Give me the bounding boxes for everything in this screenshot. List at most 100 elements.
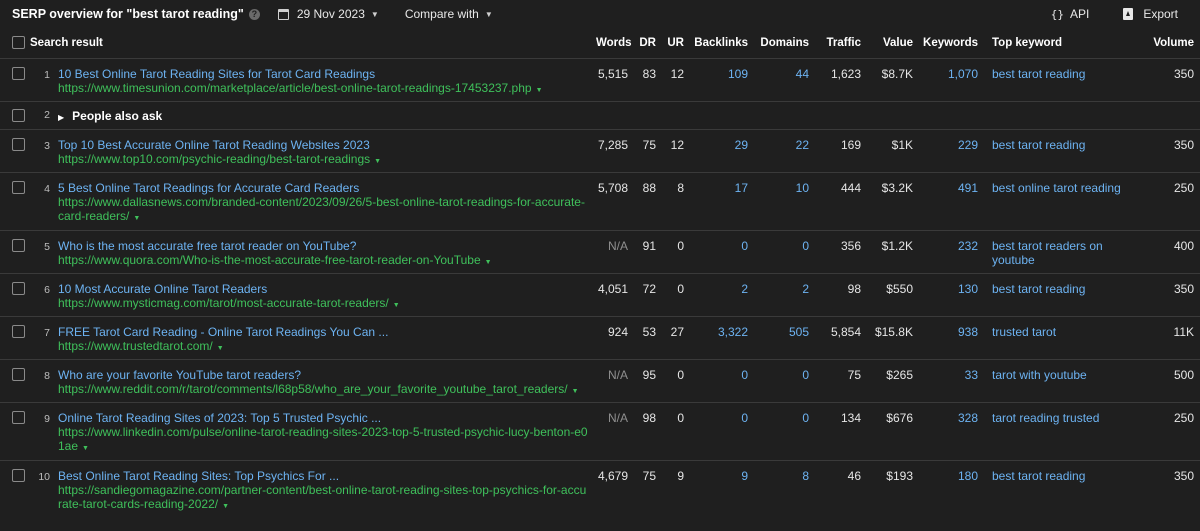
row-checkbox[interactable] (12, 238, 25, 252)
result-url-link[interactable]: https://www.timesunion.com/marketplace/a… (58, 81, 532, 95)
backlinks-link[interactable]: 109 (728, 67, 748, 81)
result-url-link[interactable]: https://www.mysticmag.com/tarot/most-acc… (58, 296, 389, 310)
chevron-down-icon: ▼ (484, 9, 493, 19)
keywords-link[interactable]: 33 (965, 368, 978, 382)
chevron-down-icon[interactable]: ▼ (374, 158, 381, 165)
col-volume[interactable]: Volume (1153, 37, 1194, 49)
result-url-link[interactable]: https://www.quora.com/Who-is-the-most-ac… (58, 253, 481, 267)
result-url-link[interactable]: https://www.top10.com/psychic-reading/be… (58, 152, 370, 166)
result-title-link[interactable]: Who is the most accurate free tarot read… (58, 239, 590, 253)
top-keyword-link[interactable]: tarot with youtube (992, 368, 1087, 382)
keywords-link[interactable]: 328 (958, 411, 978, 425)
api-button[interactable]: {} API (1051, 7, 1090, 21)
result-url-link[interactable]: https://www.reddit.com/r/tarot/comments/… (58, 382, 568, 396)
backlinks-link[interactable]: 9 (741, 469, 748, 483)
table-row: 1 10 Best Online Tarot Reading Sites for … (0, 57, 1200, 101)
row-checkbox[interactable] (12, 324, 25, 338)
row-checkbox[interactable] (12, 180, 25, 194)
result-url-link[interactable]: https://sandiegomagazine.com/partner-con… (58, 483, 586, 511)
domains-link[interactable]: 0 (802, 368, 809, 382)
export-button[interactable]: Export (1123, 7, 1178, 21)
row-checkbox[interactable] (12, 137, 25, 151)
domains-link[interactable]: 505 (789, 325, 809, 339)
top-keyword-link[interactable]: best online tarot reading (992, 181, 1121, 195)
domains-link[interactable]: 0 (802, 411, 809, 425)
backlinks-link[interactable]: 29 (735, 138, 748, 152)
top-keyword-link[interactable]: best tarot reading (992, 67, 1085, 81)
row-number: 6 (44, 283, 50, 296)
keywords-link[interactable]: 229 (958, 138, 978, 152)
traffic-value: 98 (847, 281, 861, 296)
chevron-down-icon[interactable]: ▼ (222, 503, 229, 510)
chevron-down-icon[interactable]: ▼ (82, 445, 89, 452)
date-picker[interactable]: 29 Nov 2023 ▼ (277, 7, 379, 21)
result-title-link[interactable]: Best Online Tarot Reading Sites: Top Psy… (58, 469, 590, 483)
domains-link[interactable]: 8 (802, 469, 809, 483)
col-ur[interactable]: UR (667, 37, 684, 49)
chevron-down-icon[interactable]: ▼ (572, 388, 579, 395)
backlinks-link[interactable]: 3,322 (718, 325, 748, 339)
backlinks-link[interactable]: 0 (741, 368, 748, 382)
keywords-link[interactable]: 232 (958, 239, 978, 253)
help-icon[interactable]: ? (248, 8, 260, 20)
backlinks-link[interactable]: 0 (741, 411, 748, 425)
backlinks-link[interactable]: 17 (735, 181, 748, 195)
chevron-down-icon[interactable]: ▼ (217, 345, 224, 352)
compare-label: Compare with (404, 7, 479, 21)
top-keyword-link[interactable]: best tarot readers on youtube (992, 239, 1103, 267)
volume-value: 350 (1173, 137, 1194, 152)
row-checkbox[interactable] (12, 410, 25, 424)
col-words[interactable]: Words (596, 37, 632, 49)
row-checkbox[interactable] (12, 367, 25, 381)
top-keyword-link[interactable]: best tarot reading (992, 282, 1085, 296)
top-keyword-link[interactable]: best tarot reading (992, 469, 1085, 483)
select-all-checkbox[interactable] (12, 35, 25, 49)
col-traffic[interactable]: Traffic (826, 37, 861, 49)
top-keyword-link[interactable]: best tarot reading (992, 138, 1085, 152)
result-title-link[interactable]: FREE Tarot Card Reading - Online Tarot R… (58, 325, 590, 339)
backlinks-link[interactable]: 0 (741, 239, 748, 253)
keywords-link[interactable]: 491 (958, 181, 978, 195)
row-checkbox[interactable] (12, 66, 25, 80)
chevron-down-icon[interactable]: ▼ (536, 87, 543, 94)
row-checkbox[interactable] (12, 281, 25, 295)
keywords-link[interactable]: 180 (958, 469, 978, 483)
top-keyword-link[interactable]: tarot reading trusted (992, 411, 1099, 425)
domains-link[interactable]: 22 (796, 138, 809, 152)
chevron-down-icon[interactable]: ▼ (485, 259, 492, 266)
result-url-link[interactable]: https://www.trustedtarot.com/ (58, 339, 213, 353)
backlinks-link[interactable]: 2 (741, 282, 748, 296)
keywords-link[interactable]: 938 (958, 325, 978, 339)
col-value[interactable]: Value (883, 37, 913, 49)
row-checkbox[interactable] (12, 468, 25, 482)
chevron-down-icon[interactable]: ▼ (393, 302, 400, 309)
col-dr[interactable]: DR (639, 37, 656, 49)
result-title-link[interactable]: Online Tarot Reading Sites of 2023: Top … (58, 411, 590, 425)
compare-with-dropdown[interactable]: Compare with ▼ (405, 7, 493, 21)
result-title-link[interactable]: Who are your favorite YouTube tarot read… (58, 368, 590, 382)
keywords-link[interactable]: 1,070 (948, 67, 978, 81)
people-also-ask[interactable]: People also ask (72, 109, 162, 123)
col-domains[interactable]: Domains (760, 37, 809, 49)
domains-link[interactable]: 0 (802, 239, 809, 253)
col-top-keyword[interactable]: Top keyword (992, 37, 1062, 49)
row-checkbox[interactable] (12, 108, 25, 122)
top-keyword-link[interactable]: trusted tarot (992, 325, 1056, 339)
result-title-link[interactable]: Top 10 Best Accurate Online Tarot Readin… (58, 138, 590, 152)
result-title-link[interactable]: 5 Best Online Tarot Readings for Accurat… (58, 181, 590, 195)
row-number: 2 (44, 108, 50, 121)
chevron-down-icon[interactable]: ▼ (133, 215, 140, 222)
result-title-link[interactable]: 10 Best Online Tarot Reading Sites for T… (58, 67, 590, 81)
domains-link[interactable]: 10 (796, 181, 809, 195)
domains-link[interactable]: 2 (802, 282, 809, 296)
caret-right-icon[interactable]: ▶ (58, 113, 64, 122)
col-keywords[interactable]: Keywords (923, 37, 978, 49)
dr-value: 83 (642, 66, 656, 81)
result-url-link[interactable]: https://www.linkedin.com/pulse/online-ta… (58, 425, 588, 453)
result-title-link[interactable]: 10 Most Accurate Online Tarot Readers (58, 282, 590, 296)
col-search-result[interactable]: Search result (30, 37, 103, 49)
keywords-link[interactable]: 130 (958, 282, 978, 296)
domains-link[interactable]: 44 (796, 67, 809, 81)
col-backlinks[interactable]: Backlinks (694, 37, 748, 49)
dr-value: 75 (642, 468, 656, 483)
